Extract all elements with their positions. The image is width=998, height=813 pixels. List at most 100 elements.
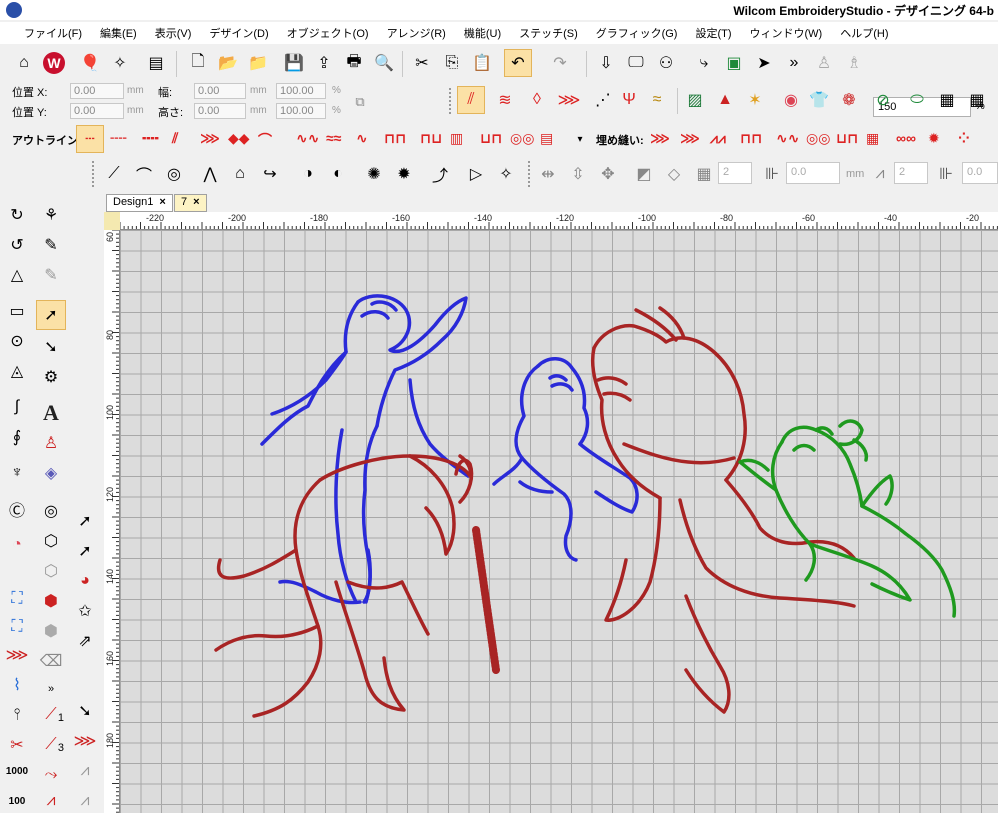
outline-bars-icon[interactable]: ▤ [540, 130, 553, 147]
save-icon[interactable]: 💾 [280, 49, 308, 77]
menu-help[interactable]: ヘルプ(H) [834, 25, 894, 41]
export-icon[interactable]: ⇪ [310, 49, 338, 77]
zigzag-red-icon[interactable]: ⋙ [2, 640, 32, 670]
wave-red-icon[interactable]: ⩘ [36, 786, 66, 813]
layers-icon[interactable]: ▤ [142, 49, 170, 77]
print-preview-icon[interactable]: 🔍 [370, 49, 398, 77]
applique-icon[interactable]: ◉ [777, 86, 805, 114]
color-balls-icon[interactable]: ⚇ [652, 49, 680, 77]
wand-sparkle-icon[interactable]: ✧ [492, 160, 520, 188]
green-square-icon[interactable]: ▣ [720, 49, 748, 77]
wilcom-logo-icon[interactable]: W [40, 49, 68, 77]
rectangle-icon[interactable]: ▭ [2, 296, 32, 326]
network-alt-icon[interactable]: ⛶ [2, 612, 32, 642]
fill-grid-icon[interactable]: ▦ [866, 130, 879, 147]
fill-wave-icon[interactable]: ∿∿ [776, 130, 799, 147]
outline-meander-icon[interactable]: ⊔⊓ [480, 130, 502, 147]
send-icon[interactable]: ➤ [750, 49, 778, 77]
print-icon[interactable]: 🖶 [340, 49, 368, 77]
new-file-icon[interactable]: 🗋 [184, 49, 212, 77]
arrow-stitch-icon[interactable]: ➘ [70, 696, 100, 726]
freehand-icon[interactable]: ∫ [2, 392, 32, 422]
picture-icon[interactable]: ▨ [681, 86, 709, 114]
menu-edit[interactable]: 編集(E) [94, 25, 143, 41]
node-polygon-icon[interactable]: ⌂ [226, 160, 254, 188]
hexagon-gray-icon[interactable]: ⬢ [36, 616, 66, 646]
transfer-icon[interactable]: ⤷ [690, 49, 718, 77]
mirror-both-icon[interactable]: ✥ [594, 160, 622, 188]
copy-icon[interactable]: ⎘ [438, 49, 466, 77]
freehand-open-icon[interactable]: ∮ [2, 422, 32, 452]
fan-icon[interactable]: ◔ [2, 530, 32, 560]
machine-icon[interactable]: ♙ [810, 49, 838, 77]
outline-dashed-icon[interactable]: ┄ [76, 125, 104, 153]
width-field[interactable]: 0.00 [194, 83, 246, 99]
line-three-icon[interactable]: 3 ⟋ [36, 730, 66, 760]
needle-icon[interactable]: ⫯ [2, 700, 32, 730]
ellipse-icon[interactable]: ⊙ [2, 326, 32, 356]
outline-wave2-icon[interactable]: ≈≈ [326, 130, 341, 146]
shapes-small-icon[interactable]: ◬ [2, 356, 32, 386]
tab-design1-close-icon[interactable]: × [159, 196, 165, 210]
tab-7[interactable]: 7 × [174, 194, 207, 212]
outline-arc-icon[interactable]: ⌒ [258, 130, 272, 150]
leaf-stitch-icon[interactable]: ◊ [523, 86, 551, 114]
open-recent-icon[interactable]: 📁 [244, 49, 272, 77]
star-pointer-icon[interactable]: ✩ [70, 596, 100, 626]
outline-more-icon[interactable]: ▾ [566, 125, 594, 153]
pointer-dots-icon[interactable]: ➚ [70, 536, 100, 566]
design-canvas[interactable] [120, 230, 998, 813]
digitize-blank-icon[interactable]: ⚘ [36, 200, 66, 230]
open-folder-icon[interactable]: 📂 [214, 49, 242, 77]
outline-wave-icon[interactable]: ∿∿ [296, 130, 319, 147]
outline-dash2-icon[interactable]: ╍╍ [142, 130, 159, 147]
height-field[interactable]: 0.00 [194, 103, 246, 119]
outline-diamond-icon[interactable]: ◆◆ [228, 130, 250, 147]
magic-wand-icon[interactable]: ✧ [106, 49, 134, 77]
pen-gray-icon[interactable]: ✎ [36, 260, 66, 290]
wave-gray2-icon[interactable]: ⩘ [70, 786, 100, 813]
tail-icon[interactable]: ▷ [462, 160, 490, 188]
hexagon-red-icon[interactable]: ⬢ [36, 586, 66, 616]
split-circle2-icon[interactable]: ◐ [324, 160, 352, 188]
spinner-c[interactable]: 2 [894, 162, 928, 184]
fill-dots-icon[interactable]: ⁘ [958, 130, 970, 147]
cc-icon[interactable]: Ⓒ [2, 494, 32, 524]
outline-square-icon[interactable]: ⊓⊔ [420, 130, 442, 147]
radial2-icon[interactable]: ✹ [390, 160, 418, 188]
reshape-node-icon[interactable]: ⟋ [100, 160, 128, 188]
grid-icon[interactable]: ▦ [933, 86, 961, 114]
hot-air-balloon-icon[interactable]: 🎈 [76, 49, 104, 77]
spinner-d[interactable]: 0.0 [962, 162, 998, 184]
pos-y-field[interactable]: 0.00 [70, 103, 124, 119]
tatami-stitch-icon[interactable]: ≋ [491, 86, 519, 114]
serrate-icon[interactable]: ⩘ [866, 160, 894, 188]
menu-design[interactable]: デザイン(D) [203, 25, 274, 41]
coil-icon[interactable]: ⌇ [2, 670, 32, 700]
shirt-icon[interactable]: 👕 [805, 86, 833, 114]
proportion-lock-icon[interactable]: ⧉ [346, 88, 374, 116]
run-arrow-icon[interactable]: ⋙ [70, 726, 100, 756]
team-names-icon[interactable]: ♙ [36, 428, 66, 458]
menu-file[interactable]: ファイル(F) [18, 25, 88, 41]
outline-step-icon[interactable]: ⊓⊓ [384, 130, 406, 147]
outline-ring-icon[interactable]: ◎◎ [510, 130, 534, 147]
run-stitch-icon[interactable]: ⋰ [589, 86, 617, 114]
height-pct-field[interactable]: 100.00 [276, 103, 326, 119]
machine-up-icon[interactable]: ♗ [840, 49, 868, 77]
outline-wave3-icon[interactable]: ∿ [356, 130, 368, 147]
stitch-count-1000[interactable]: 1000 [2, 756, 32, 786]
fill-meander-icon[interactable]: ⊔⊓ [836, 130, 858, 147]
fill-box-icon[interactable]: ⊓⊓ [740, 130, 762, 147]
cut-icon[interactable]: ✂ [408, 49, 436, 77]
menu-arrange[interactable]: アレンジ(R) [381, 25, 452, 41]
outline-comb-icon[interactable]: ▥ [450, 130, 463, 147]
stitch-count-100[interactable]: 100 [2, 786, 32, 813]
triangles-icon[interactable]: ◩ [630, 160, 658, 188]
network-icon[interactable]: ⛶ [2, 584, 32, 614]
pointer-icon[interactable]: ➚ [70, 506, 100, 536]
menu-stitch[interactable]: ステッチ(S) [513, 25, 584, 41]
layers-grid-icon[interactable]: ▦ [690, 160, 718, 188]
motif-stitch-icon[interactable]: Ψ [615, 86, 643, 114]
spinner-a[interactable]: 2 [718, 162, 752, 184]
